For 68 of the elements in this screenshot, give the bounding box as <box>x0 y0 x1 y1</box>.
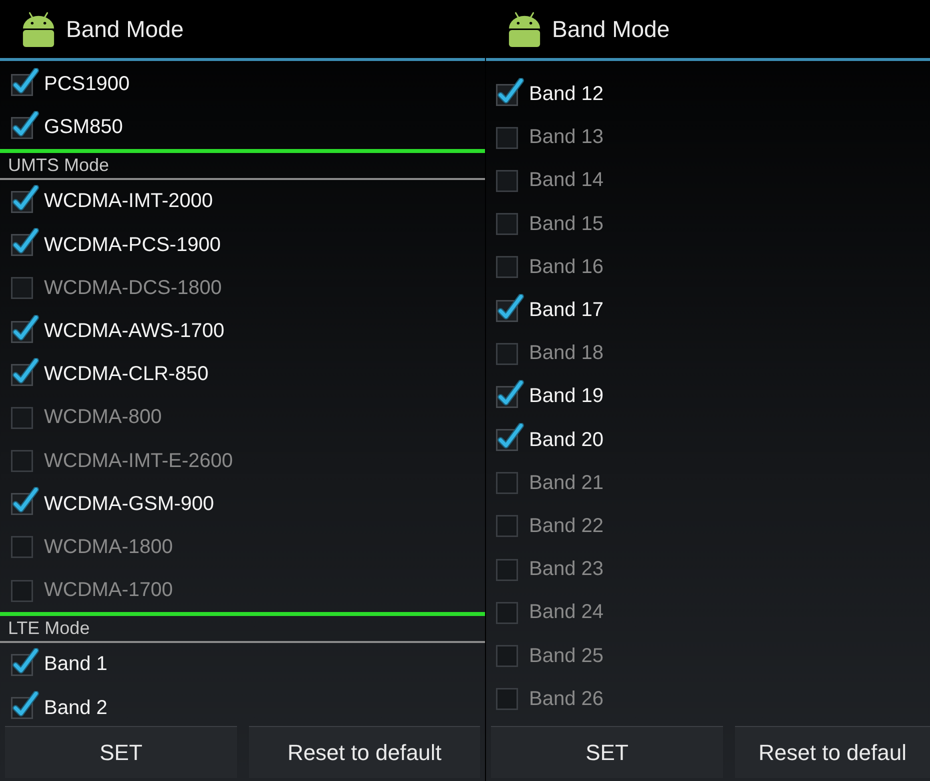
checkbox[interactable] <box>496 380 524 408</box>
option-label: WCDMA-IMT-2000 <box>44 190 213 214</box>
option-label: GSM850 <box>44 116 123 140</box>
option-label: PCS1900 <box>44 73 130 96</box>
checkbox[interactable] <box>496 342 518 365</box>
option-label: Band 24 <box>529 601 604 624</box>
checkbox[interactable] <box>11 406 33 429</box>
checkbox[interactable] <box>496 170 518 192</box>
option-label: WCDMA-1800 <box>44 536 173 559</box>
screen-title: Band Mode <box>552 16 670 42</box>
option-label: WCDMA-IMT-E-2600 <box>44 450 233 473</box>
footer-button[interactable]: Reset to default <box>249 726 480 778</box>
checkbox[interactable] <box>496 602 518 624</box>
option-label: WCDMA-AWS-1700 <box>44 320 224 344</box>
option-label: Band 14 <box>529 169 604 192</box>
checkbox[interactable] <box>496 294 524 322</box>
footer-button[interactable]: Reset to defaul <box>735 726 930 778</box>
option-label: Band 17 <box>529 299 604 322</box>
option-label: Band 18 <box>529 342 604 366</box>
checkbox[interactable] <box>11 228 39 256</box>
option-label: WCDMA-DCS-1800 <box>44 276 222 300</box>
option-label: WCDMA-PCS-1900 <box>44 234 221 257</box>
option-label: Band 12 <box>529 83 604 106</box>
footer-button[interactable]: SET <box>491 726 723 778</box>
option-label: WCDMA-CLR-850 <box>44 363 208 386</box>
checkbox[interactable] <box>11 358 39 386</box>
option-label: WCDMA-GSM-900 <box>44 492 214 516</box>
checkbox[interactable] <box>11 450 33 472</box>
checkbox[interactable] <box>496 558 518 581</box>
checkbox[interactable] <box>11 691 39 720</box>
checkbox[interactable] <box>496 472 518 494</box>
option-label: Band 25 <box>529 644 604 668</box>
checkbox[interactable] <box>496 213 518 236</box>
footer-button[interactable]: SET <box>5 726 237 778</box>
checkbox[interactable] <box>11 487 39 516</box>
checkbox[interactable] <box>11 277 33 300</box>
checkbox[interactable] <box>496 256 518 278</box>
section-header: LTE Mode <box>7 617 91 640</box>
checkbox[interactable] <box>496 78 524 106</box>
android-robot-icon <box>21 12 56 46</box>
option-label: Band 1 <box>44 653 108 676</box>
checkbox[interactable] <box>496 423 524 452</box>
checkbox[interactable] <box>11 314 39 343</box>
checkbox[interactable] <box>11 648 39 676</box>
android-robot-icon <box>507 12 542 46</box>
checkbox[interactable] <box>496 688 518 710</box>
checkbox[interactable] <box>496 515 518 538</box>
option-label: Band 26 <box>529 688 604 711</box>
option-label: Band 23 <box>529 558 604 582</box>
option-label: Band 20 <box>529 428 604 452</box>
checkbox[interactable] <box>496 645 518 668</box>
section-header: UMTS Mode <box>7 154 110 178</box>
option-label: Band 2 <box>44 696 108 720</box>
checkbox[interactable] <box>11 580 33 602</box>
option-label: Band 21 <box>529 472 604 495</box>
checkbox[interactable] <box>11 110 39 139</box>
option-label: Band 22 <box>529 514 604 538</box>
checkbox[interactable] <box>496 126 518 149</box>
screen-title: Band Mode <box>66 16 184 42</box>
option-label: Band 13 <box>529 126 604 150</box>
option-label: Band 19 <box>529 385 604 408</box>
checkbox[interactable] <box>11 68 39 96</box>
checkbox[interactable] <box>11 184 39 213</box>
option-label: Band 16 <box>529 256 604 279</box>
option-label: WCDMA-1700 <box>44 579 173 602</box>
option-label: Band 15 <box>529 212 604 236</box>
option-label: WCDMA-800 <box>44 406 162 430</box>
checkbox[interactable] <box>11 536 33 558</box>
